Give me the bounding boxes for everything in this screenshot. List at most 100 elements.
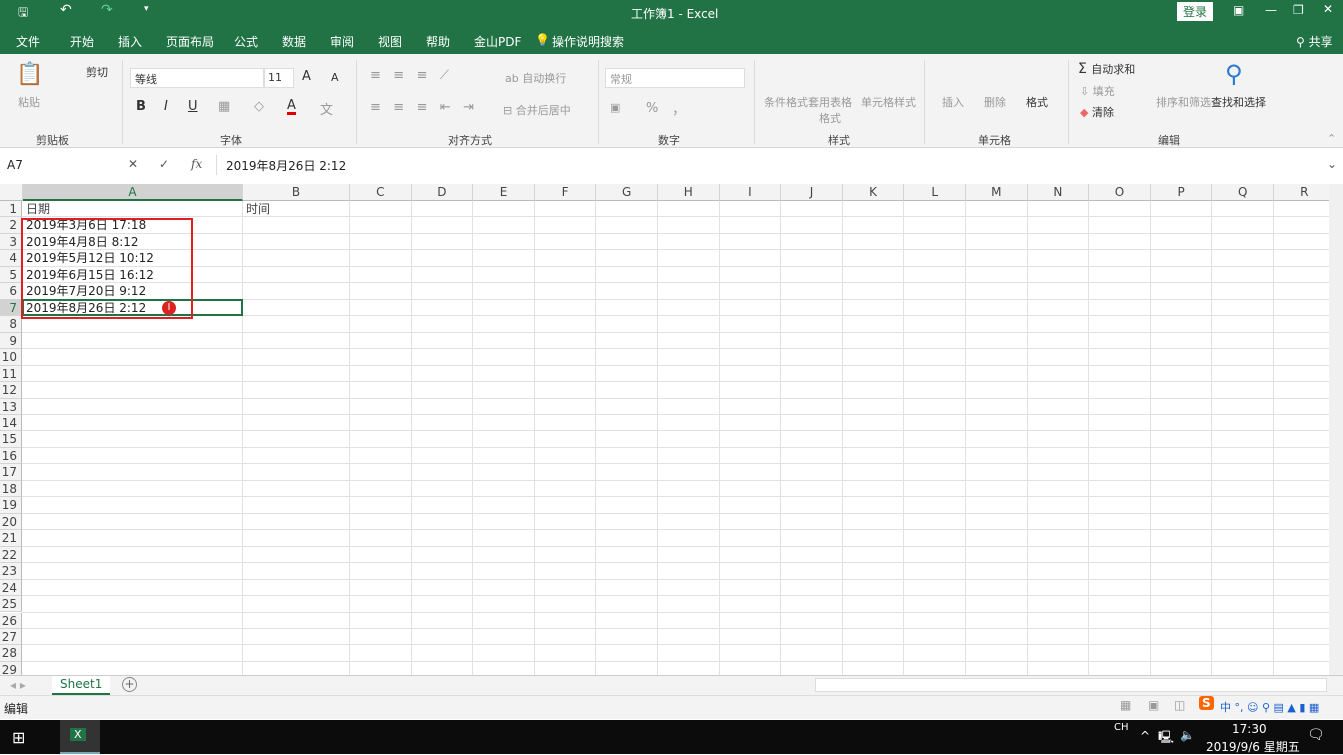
fill-color-icon[interactable]: ◇ — [254, 99, 264, 114]
menu-help[interactable]: 帮助 — [426, 33, 450, 50]
row-header-26[interactable]: 26 — [0, 612, 22, 629]
column-header-F[interactable]: F — [534, 184, 597, 201]
cell-B1[interactable]: 时间 — [243, 201, 270, 217]
clear-button[interactable]: ◆ 清除 — [1080, 104, 1114, 120]
tell-me-search[interactable]: 操作说明搜索 — [552, 33, 624, 50]
worksheet-grid[interactable]: A B C D E F G H I J K L M N O P Q R 1 2 3 4 5 6 7 8 9 10 11 12 13 14 15 1… — [0, 184, 1329, 675]
menu-insert[interactable]: 插入 — [118, 33, 142, 50]
page-layout-view-icon[interactable]: ▣ — [1148, 698, 1159, 712]
autosum-button[interactable]: Σ 自动求和 — [1078, 61, 1135, 77]
share-button[interactable]: ⚲ 共享 — [1296, 33, 1333, 50]
row-header-29[interactable]: 29 — [0, 661, 22, 675]
formula-input[interactable]: 2019年8月26日 2:12 — [216, 155, 1326, 175]
increase-font-icon[interactable]: A — [302, 69, 311, 84]
row-header-5[interactable]: 5 — [0, 266, 22, 284]
align-top-icon[interactable]: ≡ ≡ ≡ ⟋ — [370, 68, 449, 83]
column-header-L[interactable]: L — [904, 184, 966, 201]
add-sheet-icon[interactable]: + — [122, 677, 137, 692]
row-header-10[interactable]: 10 — [0, 349, 22, 366]
fill-button[interactable]: ⇩ 填充 — [1080, 83, 1115, 99]
row-header-17[interactable]: 17 — [0, 464, 22, 481]
row-header-21[interactable]: 21 — [0, 530, 22, 547]
align-left-icon[interactable]: ≡ ≡ ≡ ⇤ ⇥ — [370, 100, 474, 115]
column-header-P[interactable]: P — [1150, 184, 1213, 201]
ribbon-display-icon[interactable]: ▣ — [1233, 3, 1244, 17]
phonetic-icon[interactable]: 文 — [320, 99, 333, 118]
delete-cells-button[interactable]: 删除 — [984, 94, 1006, 110]
name-box[interactable]: A7 — [2, 155, 114, 175]
decrease-font-icon[interactable]: A — [331, 71, 339, 84]
row-header-4[interactable]: 4 — [0, 250, 22, 267]
bold-button[interactable]: B — [136, 99, 146, 114]
row-header-8[interactable]: 8 — [0, 316, 22, 333]
row-header-11[interactable]: 11 — [0, 365, 22, 383]
wrap-text-button[interactable]: ab 自动换行 — [505, 70, 566, 86]
row-header-1[interactable]: 1 — [0, 201, 22, 218]
format-cells-button[interactable]: 格式 — [1026, 94, 1048, 110]
volume-icon[interactable]: 🔈 — [1180, 728, 1195, 742]
undo-icon[interactable]: ↶ — [60, 2, 72, 18]
windows-start-icon[interactable]: ⊞ — [12, 728, 25, 747]
sheet-tab-sheet1[interactable]: Sheet1 — [52, 676, 111, 695]
column-header-D[interactable]: D — [411, 184, 474, 201]
row-header-13[interactable]: 13 — [0, 398, 22, 415]
row-header-15[interactable]: 15 — [0, 431, 22, 448]
insert-function-button[interactable]: fx — [191, 157, 202, 171]
redo-icon[interactable]: ↷ — [101, 2, 113, 18]
minimize-icon[interactable]: — — [1265, 3, 1277, 17]
row-header-24[interactable]: 24 — [0, 579, 22, 597]
row-header-22[interactable]: 22 — [0, 546, 22, 564]
ime-toolbar-icons[interactable]: 中 °, ☺ ⚲ ▤ ▲ ▮ ▦ — [1220, 699, 1319, 715]
row-header-9[interactable]: 9 — [0, 332, 22, 350]
column-header-E[interactable]: E — [473, 184, 535, 201]
paste-button[interactable]: 粘贴 — [18, 94, 40, 110]
column-header-G[interactable]: G — [596, 184, 658, 201]
excel-taskbar-button[interactable]: X — [60, 720, 100, 754]
select-all-corner[interactable] — [0, 184, 23, 201]
italic-button[interactable]: I — [164, 99, 168, 114]
collapse-ribbon-icon[interactable]: ⌃ — [1327, 132, 1336, 145]
show-hidden-icons[interactable]: ^ — [1140, 729, 1150, 743]
cancel-icon[interactable]: ✕ — [128, 157, 138, 171]
font-size-select[interactable]: 11 — [264, 68, 294, 88]
menu-review[interactable]: 审阅 — [330, 33, 354, 50]
currency-icon[interactable]: ▣ — [610, 101, 620, 114]
menu-page-layout[interactable]: 页面布局 — [166, 33, 214, 50]
conditional-format-button[interactable]: 条件格式 — [764, 94, 808, 110]
vertical-scrollbar[interactable] — [1329, 184, 1343, 675]
row-header-18[interactable]: 18 — [0, 480, 22, 498]
clock-date[interactable]: 2019/9/6 星期五 — [1206, 738, 1300, 755]
column-header-N[interactable]: N — [1027, 184, 1090, 201]
number-format-select[interactable]: 常规 — [605, 68, 745, 88]
row-header-2[interactable]: 2 — [0, 217, 22, 234]
row-header-12[interactable]: 12 — [0, 382, 22, 399]
font-name-select[interactable]: 等线 — [130, 68, 264, 88]
row-header-25[interactable]: 25 — [0, 596, 22, 613]
column-header-O[interactable]: O — [1089, 184, 1151, 201]
close-icon[interactable]: ✕ — [1323, 2, 1333, 16]
page-break-view-icon[interactable]: ◫ — [1174, 698, 1185, 712]
row-header-28[interactable]: 28 — [0, 645, 22, 662]
notification-icon[interactable]: 🗨 — [1307, 727, 1325, 743]
menu-formulas[interactable]: 公式 — [234, 33, 258, 50]
comma-button[interactable]: ， — [672, 99, 686, 119]
cell-styles-button[interactable]: 单元格样式 — [861, 94, 916, 110]
column-header-Q[interactable]: Q — [1212, 184, 1274, 201]
sogou-ime-icon[interactable]: S — [1199, 696, 1214, 710]
row-header-3[interactable]: 3 — [0, 233, 22, 251]
column-header-A[interactable]: A — [23, 184, 243, 201]
column-header-R[interactable]: R — [1274, 184, 1329, 201]
column-header-B[interactable]: B — [243, 184, 350, 201]
row-header-7[interactable]: 7 — [0, 299, 22, 317]
cut-button[interactable]: 剪切 — [86, 64, 108, 80]
merge-center-button[interactable]: ⊟ 合并后居中 — [503, 102, 571, 118]
restore-icon[interactable]: ❐ — [1293, 3, 1304, 17]
row-header-6[interactable]: 6 — [0, 283, 22, 300]
menu-file[interactable]: 文件 — [16, 33, 40, 50]
underline-button[interactable]: U — [188, 99, 198, 114]
find-select-button[interactable]: 查找和选择 — [1211, 94, 1266, 110]
row-header-27[interactable]: 27 — [0, 628, 22, 646]
border-icon[interactable]: ▦ — [218, 99, 230, 114]
format-as-table-button[interactable]: 套用表格格式 — [808, 94, 852, 126]
font-color-button[interactable]: A — [287, 99, 296, 115]
